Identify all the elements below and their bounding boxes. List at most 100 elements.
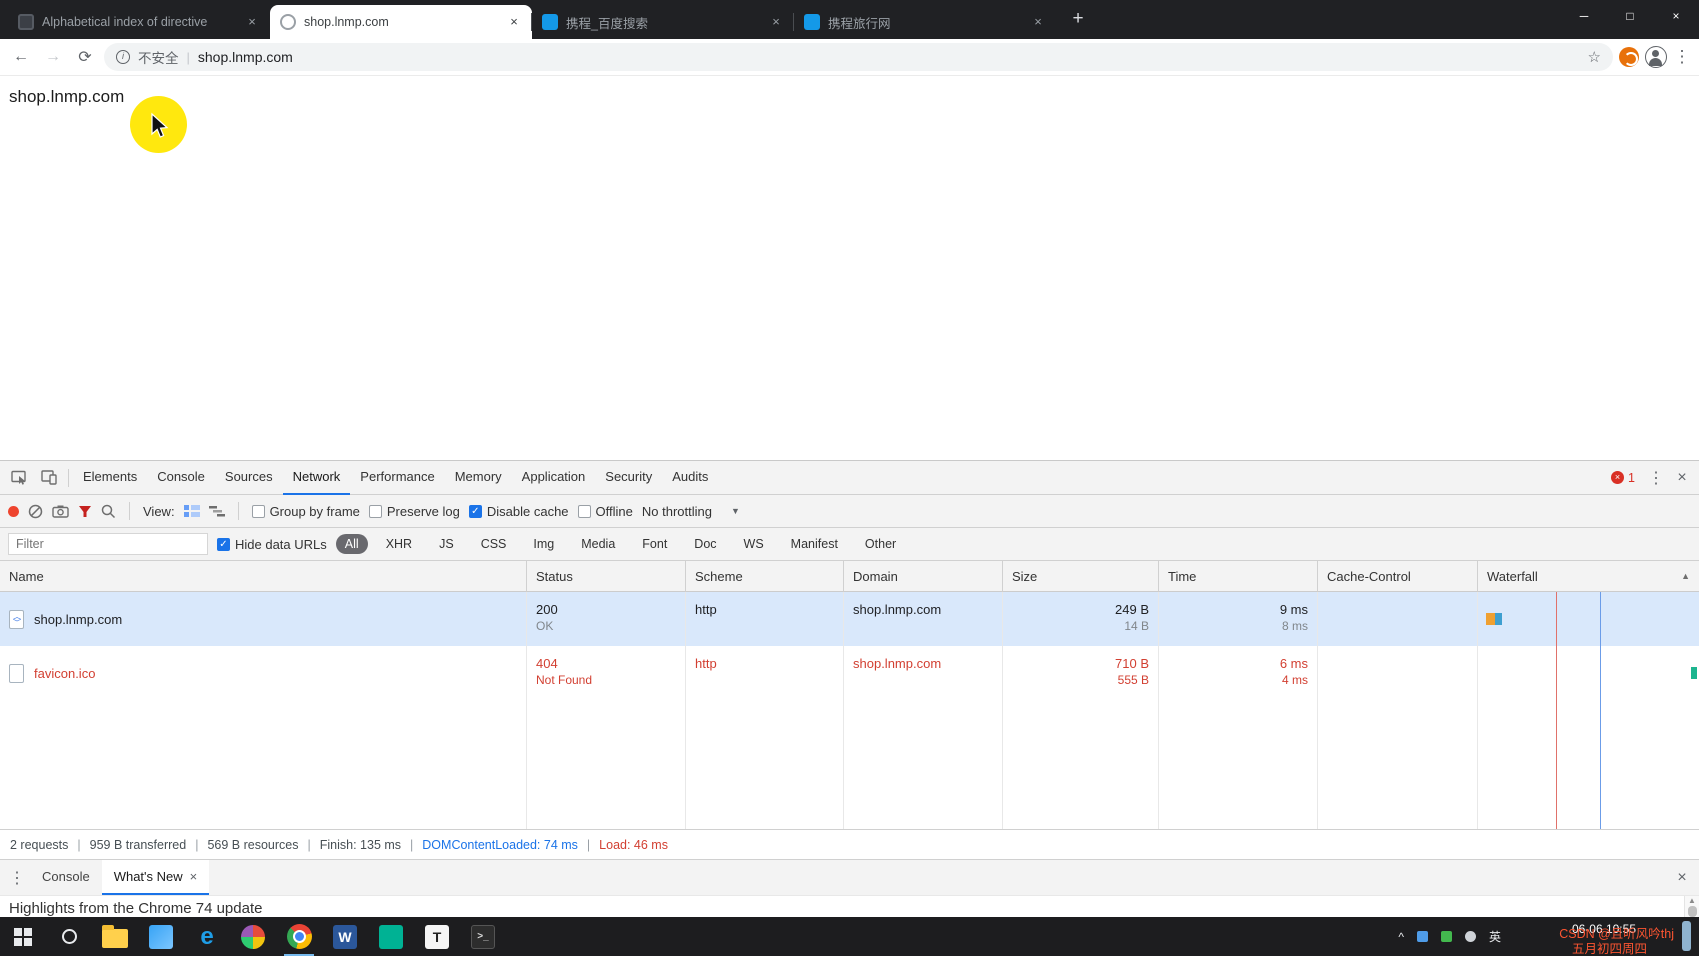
filter-pill-font[interactable]: Font (633, 534, 676, 554)
start-button[interactable] (0, 917, 46, 956)
device-toolbar-icon[interactable] (34, 465, 64, 491)
taskbar-chrome[interactable] (276, 917, 322, 956)
taskbar-file-explorer[interactable] (92, 917, 138, 956)
group-by-frame-checkbox[interactable]: Group by frame (252, 504, 360, 519)
filter-pill-img[interactable]: Img (524, 534, 563, 554)
drawer-scrollbar[interactable]: ▲ (1684, 896, 1699, 917)
tab-security[interactable]: Security (595, 461, 662, 495)
column-header-name[interactable]: Name (0, 561, 527, 592)
filter-pill-other[interactable]: Other (856, 534, 905, 554)
tab-network[interactable]: Network (283, 461, 351, 495)
request-row-shop-lnmp[interactable]: <> shop.lnmp.com 200 OK http shop.lnmp.c… (0, 592, 1699, 646)
new-tab-button[interactable]: + (1066, 8, 1090, 30)
tab-ctrip[interactable]: 携程旅行网 × (794, 5, 1056, 39)
address-bar: ← → ⟳ i 不安全 | shop.lnmp.com ☆ ⋮ (0, 39, 1699, 76)
drawer-tab-whats-new[interactable]: What's New × (102, 860, 210, 895)
inspect-element-icon[interactable] (4, 465, 34, 491)
column-header-domain[interactable]: Domain (844, 561, 1003, 592)
search-icon[interactable] (101, 504, 116, 519)
filter-pill-xhr[interactable]: XHR (377, 534, 421, 554)
volume-icon[interactable] (1465, 931, 1476, 942)
filter-input[interactable] (8, 533, 208, 555)
tab-audits[interactable]: Audits (662, 461, 718, 495)
drawer-tab-console[interactable]: Console (30, 860, 102, 895)
drawer-menu-icon[interactable]: ⋮ (4, 868, 30, 888)
taskbar-photos-app[interactable] (138, 917, 184, 956)
scrollbar-thumb[interactable] (1682, 921, 1691, 951)
drawer-close-icon[interactable]: × (1669, 869, 1695, 887)
devtools-menu-icon[interactable]: ⋮ (1643, 468, 1669, 488)
column-header-status[interactable]: Status (527, 561, 686, 592)
maximize-button[interactable]: □ (1607, 0, 1653, 32)
tray-expand-icon[interactable]: ^ (1398, 930, 1404, 944)
filter-pill-all[interactable]: All (336, 534, 368, 554)
tab-close-icon[interactable]: × (1030, 14, 1046, 30)
tab-memory[interactable]: Memory (445, 461, 512, 495)
tab-apache-docs[interactable]: Alphabetical index of directive × (8, 5, 270, 39)
column-header-scheme[interactable]: Scheme (686, 561, 844, 592)
tab-close-icon[interactable]: × (506, 14, 522, 30)
column-header-cache-control[interactable]: Cache-Control (1318, 561, 1478, 592)
forward-button[interactable]: → (40, 44, 66, 70)
security-label[interactable]: 不安全 (138, 47, 179, 67)
back-button[interactable]: ← (8, 44, 34, 70)
devtools-close-icon[interactable]: × (1669, 469, 1695, 487)
bookmark-star-icon[interactable]: ☆ (1588, 48, 1601, 66)
drawer-tab-close-icon[interactable]: × (190, 869, 198, 884)
minimize-button[interactable]: ─ (1561, 0, 1607, 32)
taskbar-media-app[interactable] (368, 917, 414, 956)
profile-avatar[interactable] (1645, 46, 1667, 68)
throttling-dropdown[interactable]: No throttling ▼ (642, 504, 740, 519)
browser-menu-icon[interactable]: ⋮ (1673, 47, 1691, 67)
taskbar-terminal[interactable]: >_ (460, 917, 506, 956)
clear-icon[interactable] (28, 504, 43, 519)
tab-close-icon[interactable]: × (244, 14, 260, 30)
domain: shop.lnmp.com (853, 655, 993, 672)
tab-console[interactable]: Console (147, 461, 215, 495)
scroll-up-icon[interactable]: ▲ (1688, 896, 1696, 905)
filter-pill-manifest[interactable]: Manifest (782, 534, 847, 554)
capture-screenshots-icon[interactable] (52, 505, 69, 518)
column-header-waterfall[interactable]: Waterfall ▲ (1478, 561, 1699, 592)
scrollbar-thumb[interactable] (1688, 906, 1697, 917)
close-button[interactable]: × (1653, 0, 1699, 32)
taskbar-paint-app[interactable] (230, 917, 276, 956)
taskbar-word-app[interactable]: W (322, 917, 368, 956)
column-header-time[interactable]: Time (1159, 561, 1318, 592)
large-rows-icon[interactable] (184, 505, 200, 517)
taskbar-edge[interactable]: e (184, 917, 230, 956)
input-language-indicator[interactable]: 英 (1489, 928, 1501, 945)
tab-performance[interactable]: Performance (350, 461, 444, 495)
console-error-badge[interactable]: × 1 (1611, 471, 1635, 485)
url-text[interactable]: shop.lnmp.com (198, 49, 1580, 65)
filter-pill-js[interactable]: JS (430, 534, 463, 554)
info-icon[interactable]: i (116, 50, 130, 64)
offline-checkbox[interactable]: Offline (578, 504, 633, 519)
hide-data-urls-checkbox[interactable]: ✓ Hide data URLs (217, 537, 327, 552)
filter-funnel-icon[interactable] (78, 505, 92, 518)
media-app-icon (379, 925, 403, 949)
tab-shop-lnmp[interactable]: shop.lnmp.com × (270, 5, 532, 39)
tray-app-icon[interactable] (1441, 931, 1452, 942)
overview-icon[interactable] (209, 505, 225, 517)
extension-icon[interactable] (1619, 47, 1639, 67)
omnibox[interactable]: i 不安全 | shop.lnmp.com ☆ (104, 43, 1613, 71)
taskbar-search-button[interactable] (46, 917, 92, 956)
tab-close-icon[interactable]: × (768, 14, 784, 30)
column-header-size[interactable]: Size (1003, 561, 1159, 592)
filter-pill-doc[interactable]: Doc (685, 534, 725, 554)
filter-pill-ws[interactable]: WS (735, 534, 773, 554)
tab-baidu-search[interactable]: 携程_百度搜索 × (532, 5, 794, 39)
tab-sources[interactable]: Sources (215, 461, 283, 495)
disable-cache-checkbox[interactable]: ✓ Disable cache (469, 504, 569, 519)
tray-app-icon[interactable] (1417, 931, 1428, 942)
preserve-log-checkbox[interactable]: Preserve log (369, 504, 460, 519)
reload-button[interactable]: ⟳ (72, 44, 98, 70)
request-row-favicon[interactable]: favicon.ico 404 Not Found http shop.lnmp… (0, 646, 1699, 700)
filter-pill-media[interactable]: Media (572, 534, 624, 554)
record-button[interactable] (8, 506, 19, 517)
tab-application[interactable]: Application (512, 461, 596, 495)
taskbar-typora[interactable]: T (414, 917, 460, 956)
filter-pill-css[interactable]: CSS (472, 534, 516, 554)
tab-elements[interactable]: Elements (73, 461, 147, 495)
